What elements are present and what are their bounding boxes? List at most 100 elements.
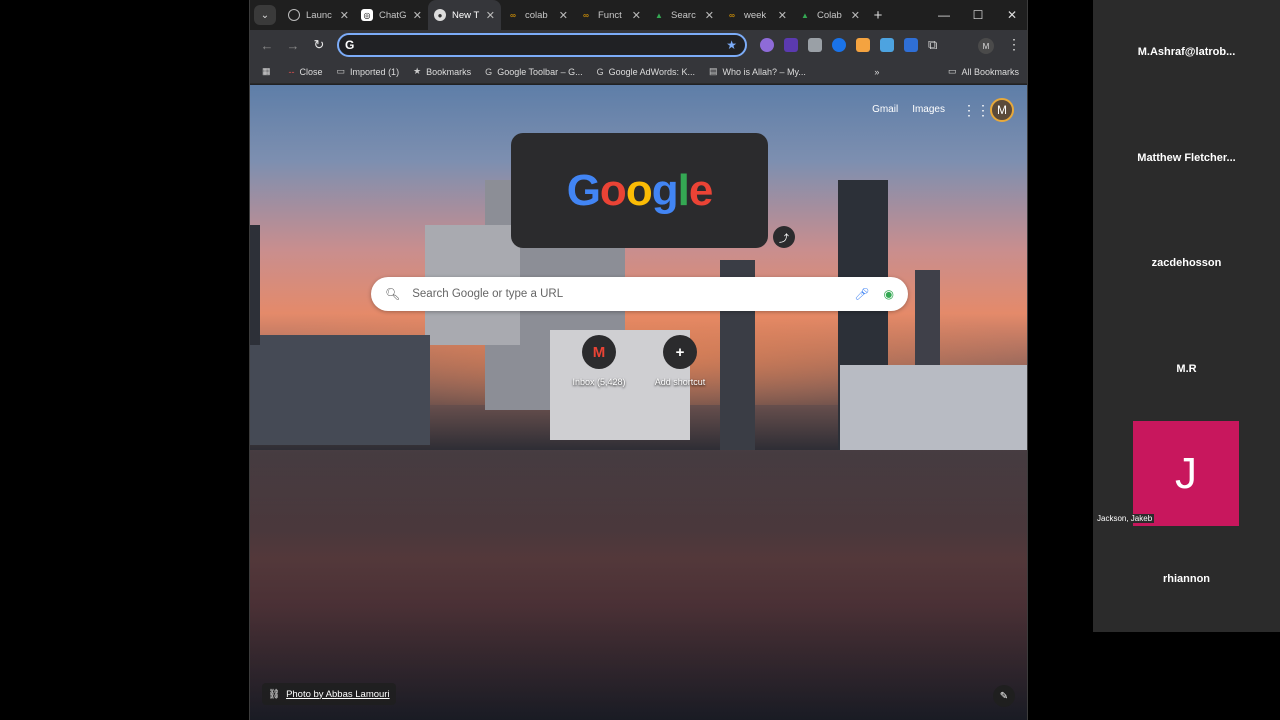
close-tab-icon[interactable]: ✕ xyxy=(851,9,860,22)
account-avatar[interactable]: M xyxy=(990,98,1014,122)
reload-icon[interactable]: ↻ xyxy=(306,37,332,53)
top-links: Gmail Images xyxy=(872,104,945,115)
close-tab-icon[interactable]: ✕ xyxy=(705,9,714,22)
photo-credit[interactable]: ⛓ Photo by Abbas Lamouri xyxy=(262,683,396,705)
building xyxy=(250,225,260,345)
tab-search-icon[interactable]: ⌄ xyxy=(254,5,276,25)
search-icon: 🔍︎ xyxy=(385,287,401,301)
bookmark-who-is-allah[interactable]: ▤ Who is Allah? – My... xyxy=(709,66,806,77)
gear-extension-icon[interactable] xyxy=(760,38,774,52)
tab-search[interactable]: ▲ Searc ✕ xyxy=(647,0,720,30)
apps-grid-icon[interactable]: ▦ xyxy=(262,66,271,77)
plus-icon: + xyxy=(663,335,697,369)
bookmark-star-icon[interactable]: ★ xyxy=(726,38,737,52)
new-tab-page: Gmail Images ⋮⋮⋮ M Google ⤴ 🔍︎ 🎤︎ ◉ M In… xyxy=(250,85,1027,720)
tab-week[interactable]: ∞ week ✕ xyxy=(720,0,793,30)
cup-extension-icon[interactable] xyxy=(880,38,894,52)
forward-icon[interactable]: → xyxy=(280,38,306,53)
tab-colab-drive[interactable]: ▲ Colab ✕ xyxy=(793,0,866,30)
address-bar[interactable]: G ★ xyxy=(337,33,747,57)
close-window-icon[interactable]: ✕ xyxy=(995,8,1027,22)
bookmark-google-adwords[interactable]: G Google AdWords: K... xyxy=(597,67,695,77)
more-bookmarks-icon[interactable]: » xyxy=(874,67,879,77)
gmail-link[interactable]: Gmail xyxy=(872,104,898,115)
search-box[interactable]: 🔍︎ 🎤︎ ◉ xyxy=(371,277,908,311)
water-reflection xyxy=(250,450,1027,720)
close-tab-icon[interactable]: ✕ xyxy=(340,9,349,22)
participant-name: Jackson, Jakeb xyxy=(1095,514,1155,523)
minimize-icon[interactable]: — xyxy=(927,8,961,22)
close-tab-icon[interactable]: ✕ xyxy=(559,9,568,22)
browser-window: ⌄ Launc ✕ ◎ ChatG ✕ ● New T ✕ ∞ colab ✕ ∞ Funct ✕… xyxy=(249,0,1028,720)
back-icon[interactable]: ← xyxy=(254,38,280,53)
customize-pencil-icon[interactable]: ✎ xyxy=(993,685,1015,707)
close-tab-icon[interactable]: ✕ xyxy=(632,9,641,22)
drive-icon: ▲ xyxy=(655,10,663,20)
google-lens-icon[interactable]: ◉ xyxy=(884,287,894,301)
microphone-icon[interactable]: 🎤︎ xyxy=(854,287,869,301)
images-link[interactable]: Images xyxy=(912,104,945,115)
purple-extension-icon[interactable] xyxy=(784,38,798,52)
folder-icon: ▭ xyxy=(947,66,957,76)
google-icon: G xyxy=(485,66,493,77)
screen: ⌄ Launc ✕ ◎ ChatG ✕ ● New T ✕ ∞ colab ✕ ∞ Funct ✕… xyxy=(0,0,1280,720)
participant-name: M.Ashraf@latrob... xyxy=(1137,46,1236,58)
gmail-icon: M xyxy=(582,335,616,369)
image-extension-icon[interactable] xyxy=(808,38,822,52)
address-input[interactable] xyxy=(362,38,727,52)
tab-functions[interactable]: ∞ Funct ✕ xyxy=(574,0,647,30)
building xyxy=(250,335,430,445)
shortcut-label: Add shortcut xyxy=(654,377,706,387)
new-tab-button[interactable]: + xyxy=(866,7,890,24)
search-input[interactable] xyxy=(412,288,845,300)
colab-icon: ∞ xyxy=(583,10,589,20)
chrome-icon: ● xyxy=(434,9,446,21)
link-extension-icon[interactable] xyxy=(904,38,918,52)
building xyxy=(840,365,1027,450)
bookmark-imported[interactable]: ▭ Imported (1) xyxy=(337,66,400,77)
window-controls: — ☐ ✕ xyxy=(927,8,1027,22)
extensions-bar: ⧉ xyxy=(760,38,942,52)
close-tab-icon[interactable]: ✕ xyxy=(778,9,787,22)
globe-icon xyxy=(288,9,300,21)
google-icon: G xyxy=(345,38,355,52)
google-icon: G xyxy=(596,66,604,77)
shortcut-label: Inbox (5,428) xyxy=(572,377,626,387)
dash-icon: -- xyxy=(288,66,295,77)
shortcut-inbox[interactable]: M Inbox (5,428) xyxy=(559,335,639,387)
google-doodle[interactable]: Google xyxy=(511,133,768,248)
close-tab-icon[interactable]: ✕ xyxy=(486,9,495,22)
tab-new-tab[interactable]: ● New T ✕ xyxy=(428,0,501,30)
bookmark-google-toolbar[interactable]: G Google Toolbar – G... xyxy=(485,67,582,77)
participants-panel: M.Ashraf@latrob... Matthew Fletcher... z… xyxy=(1093,0,1280,632)
participant-name: zacdehosson xyxy=(1151,257,1222,269)
tab-chatgpt[interactable]: ◎ ChatG ✕ xyxy=(355,0,428,30)
puzzle-extensions-icon[interactable]: ⧉ xyxy=(928,38,942,52)
tab-launch[interactable]: Launc ✕ xyxy=(282,0,355,30)
participant-name: M.R xyxy=(1176,363,1197,375)
menu-kebab-icon[interactable]: ⋮ xyxy=(1007,36,1021,53)
all-bookmarks[interactable]: ▭ All Bookmarks xyxy=(948,66,1019,77)
share-icon[interactable]: ⤴ xyxy=(773,226,795,248)
doodle-logo: Google xyxy=(566,165,714,215)
participant-name: Matthew Fletcher... xyxy=(1137,152,1236,164)
shortcut-add[interactable]: + Add shortcut xyxy=(640,335,720,387)
colab-icon: ∞ xyxy=(510,10,516,20)
tab-strip: ⌄ Launc ✕ ◎ ChatG ✕ ● New T ✕ ∞ colab ✕ ∞ Funct ✕… xyxy=(250,0,1027,30)
maximize-icon[interactable]: ☐ xyxy=(961,8,995,22)
bookmark-bookmarks[interactable]: ★ Bookmarks xyxy=(413,66,471,77)
profile-avatar-small[interactable]: M xyxy=(978,38,994,54)
bookmark-close[interactable]: -- Close xyxy=(289,67,323,77)
colab-icon: ∞ xyxy=(729,10,735,20)
orange-extension-icon[interactable] xyxy=(856,38,870,52)
close-tab-icon[interactable]: ✕ xyxy=(413,9,422,22)
drive-icon: ▲ xyxy=(801,10,809,20)
folder-icon: ▭ xyxy=(336,66,346,76)
tab-colab[interactable]: ∞ colab ✕ xyxy=(501,0,574,30)
participant-name: rhiannon xyxy=(1162,573,1211,585)
blue-extension-icon[interactable] xyxy=(832,38,846,52)
star-icon: ★ xyxy=(413,66,422,76)
link-icon: ⛓ xyxy=(268,688,281,700)
chatgpt-icon: ◎ xyxy=(361,9,373,21)
browser-toolbar: ← → ↻ G ★ ⧉ M ⋮ xyxy=(250,30,1027,60)
